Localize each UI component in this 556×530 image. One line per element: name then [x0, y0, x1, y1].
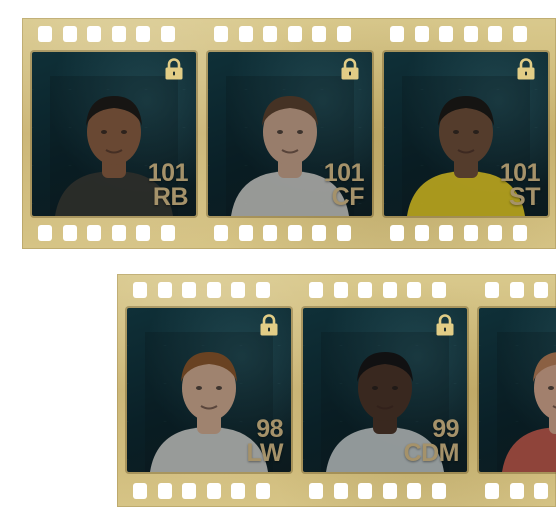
film-sprocket-hole — [160, 26, 175, 42]
film-sprocket-hole — [38, 225, 52, 241]
film-sprocket-hole — [206, 282, 221, 298]
film-sprocket-hole — [509, 282, 524, 298]
film-sprocket-hole — [255, 483, 270, 499]
player-position: RB — [152, 183, 189, 211]
player-position: ST — [509, 183, 540, 211]
film-sprocket-hole — [133, 483, 147, 499]
film-sprocket-hole — [414, 26, 429, 42]
lock-icon — [340, 58, 360, 80]
film-sprocket-hole — [407, 483, 421, 499]
film-sprocket-hole — [238, 26, 253, 42]
film-sprocket-hole — [214, 26, 228, 42]
film-sprocket-hole — [157, 483, 172, 499]
film-sprocket-hole — [231, 282, 245, 298]
film-sprocket-hole — [407, 282, 421, 298]
player-photo — [497, 332, 556, 472]
film-sprocket-hole — [439, 225, 453, 241]
film-sprocket-hole — [463, 26, 478, 42]
film-sprocket-hole — [512, 26, 527, 42]
film-sprocket-hole — [336, 26, 351, 42]
film-sprocket-hole — [358, 282, 372, 298]
lock-icon — [259, 314, 279, 336]
film-sprocket-hole — [87, 26, 101, 42]
film-sprocket-hole — [431, 483, 446, 499]
film-sprocket-hole — [309, 282, 323, 298]
film-sprocket-hole — [312, 225, 326, 241]
film-sprocket-hole — [287, 225, 302, 241]
film-sprocket-hole — [111, 225, 126, 241]
film-strip-bottom: 98 LW 99 CDM — [117, 274, 556, 507]
film-sprocket-hole — [312, 26, 326, 42]
player-card[interactable]: 101 CF — [208, 52, 372, 216]
film-sprocket-hole — [390, 225, 404, 241]
film-sprocket-hole — [488, 225, 502, 241]
lock-icon — [516, 58, 536, 80]
film-sprocket-hole — [488, 26, 502, 42]
film-sprocket-hole — [287, 26, 302, 42]
lock-icon — [435, 314, 455, 336]
film-sprocket-hole — [358, 483, 372, 499]
film-sprocket-hole — [439, 26, 453, 42]
film-sprocket-hole — [136, 26, 150, 42]
film-sprocket-hole — [534, 282, 548, 298]
film-sprocket-hole — [263, 225, 277, 241]
film-sprocket-hole — [534, 483, 548, 499]
film-sprocket-hole — [182, 282, 196, 298]
film-perforations-bottom — [117, 483, 556, 499]
film-sprocket-hole — [336, 225, 351, 241]
film-strip-top: 101 RB 101 CF 101 ST — [22, 18, 556, 249]
film-sprocket-hole — [333, 483, 348, 499]
player-position: CF — [331, 183, 365, 211]
film-sprocket-hole — [136, 225, 150, 241]
film-sprocket-hole — [206, 483, 221, 499]
film-sprocket-hole — [62, 26, 77, 42]
player-card[interactable]: 98 LW — [127, 308, 291, 472]
film-sprocket-hole — [414, 225, 429, 241]
film-sprocket-hole — [382, 282, 397, 298]
film-sprocket-hole — [431, 282, 446, 298]
film-sprocket-hole — [382, 483, 397, 499]
film-sprocket-hole — [463, 225, 478, 241]
film-perforations-top — [117, 282, 556, 298]
film-sprocket-hole — [38, 26, 52, 42]
film-sprocket-hole — [133, 282, 147, 298]
film-sprocket-hole — [390, 26, 404, 42]
lock-icon — [164, 58, 184, 80]
film-sprocket-hole — [160, 225, 175, 241]
player-card[interactable]: 101 RB — [32, 52, 196, 216]
film-sprocket-hole — [255, 282, 270, 298]
film-sprocket-hole — [263, 26, 277, 42]
player-card[interactable]: 99 CDM — [303, 308, 467, 472]
film-perforations-top — [22, 26, 556, 42]
film-sprocket-hole — [485, 483, 499, 499]
film-sprocket-hole — [512, 225, 527, 241]
film-perforations-bottom — [22, 225, 556, 241]
film-sprocket-hole — [231, 483, 245, 499]
player-card[interactable] — [479, 308, 556, 472]
film-sprocket-hole — [87, 225, 101, 241]
player-position: LW — [246, 439, 284, 467]
film-sprocket-hole — [238, 225, 253, 241]
player-position: CDM — [403, 439, 460, 467]
film-sprocket-hole — [182, 483, 196, 499]
film-sprocket-hole — [111, 26, 126, 42]
film-sprocket-hole — [485, 282, 499, 298]
film-sprocket-hole — [309, 483, 323, 499]
film-sprocket-hole — [157, 282, 172, 298]
film-sprocket-hole — [509, 483, 524, 499]
player-card[interactable]: 101 ST — [384, 52, 548, 216]
film-sprocket-hole — [214, 225, 228, 241]
film-sprocket-hole — [62, 225, 77, 241]
film-sprocket-hole — [333, 282, 348, 298]
